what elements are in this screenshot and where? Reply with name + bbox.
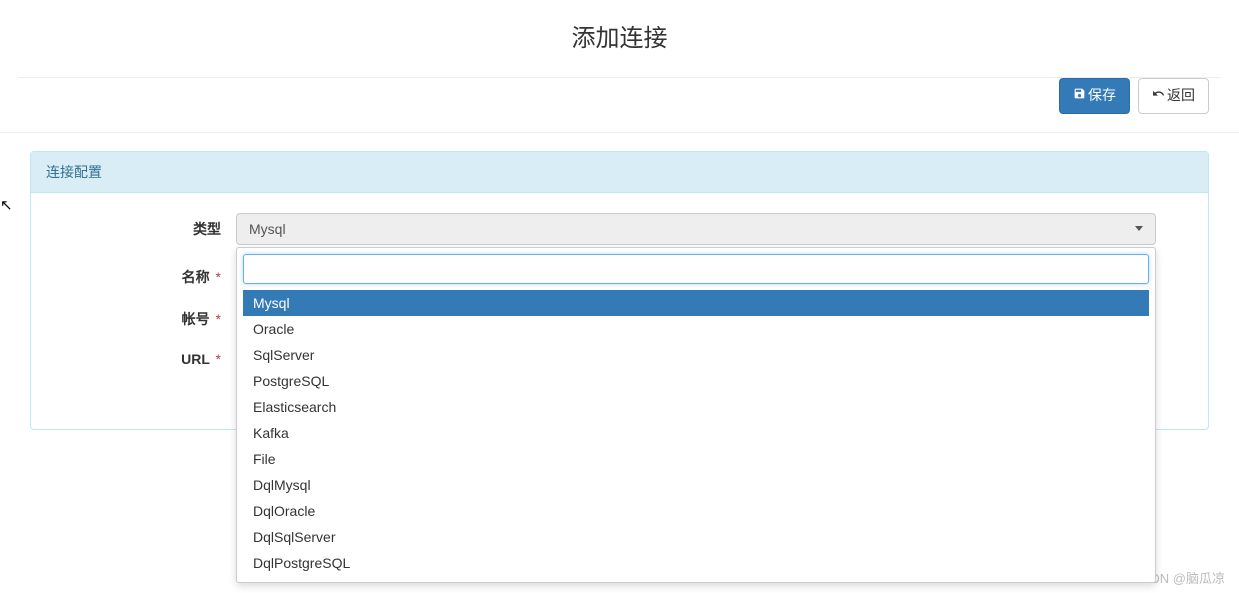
type-dropdown: MysqlOracleSqlServerPostgreSQLElasticsea… (236, 247, 1156, 583)
cursor-icon: ↖ (0, 196, 13, 214)
dropdown-item[interactable]: File (243, 446, 1149, 472)
type-select[interactable]: Mysql (236, 213, 1156, 245)
dropdown-item[interactable]: DqlOracle (243, 498, 1149, 524)
dropdown-item[interactable]: DqlPostgreSQL (243, 550, 1149, 576)
save-icon (1073, 86, 1086, 106)
label-url: URL * (46, 351, 236, 367)
dropdown-item[interactable]: PostgreSQL (243, 368, 1149, 394)
dropdown-item[interactable]: Oracle (243, 316, 1149, 342)
dropdown-search-input[interactable] (243, 254, 1149, 284)
page-title: 添加连接 (0, 0, 1239, 77)
chevron-down-icon (1135, 226, 1143, 231)
dropdown-item[interactable]: SqlServer (243, 342, 1149, 368)
dropdown-list: MysqlOracleSqlServerPostgreSQLElasticsea… (243, 290, 1149, 576)
label-account: 帐号 * (46, 309, 236, 329)
toolbar: 保存 返回 (0, 78, 1239, 133)
config-panel: 连接配置 类型 Mysql MysqlOracleSqlServerPostgr… (30, 151, 1209, 430)
dropdown-item[interactable]: DqlSqlServer (243, 524, 1149, 550)
dropdown-item[interactable]: DqlMysql (243, 472, 1149, 498)
label-name: 名称 * (46, 267, 236, 287)
save-button-label: 保存 (1088, 86, 1116, 106)
dropdown-item[interactable]: Elasticsearch (243, 394, 1149, 420)
back-icon (1152, 86, 1165, 106)
label-type: 类型 (46, 219, 236, 239)
back-button[interactable]: 返回 (1138, 78, 1209, 114)
back-button-label: 返回 (1167, 86, 1195, 106)
dropdown-item[interactable]: Kafka (243, 420, 1149, 446)
dropdown-item[interactable]: Mysql (243, 290, 1149, 316)
save-button[interactable]: 保存 (1059, 78, 1130, 114)
panel-body: 类型 Mysql MysqlOracleSqlServerPostgreSQLE… (31, 193, 1208, 429)
panel-heading: 连接配置 (31, 152, 1208, 193)
row-type: 类型 Mysql MysqlOracleSqlServerPostgreSQLE… (46, 213, 1193, 245)
type-select-value: Mysql (249, 221, 286, 237)
